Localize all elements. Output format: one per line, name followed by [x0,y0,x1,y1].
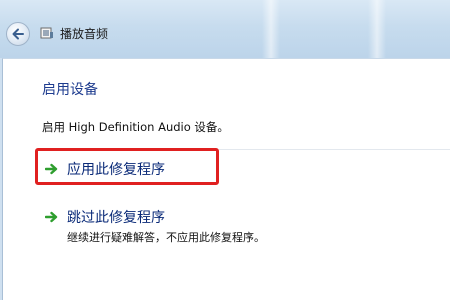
back-arrow-icon [12,28,24,40]
skip-fix-label[interactable]: 跳过此修复程序 [67,207,165,227]
skip-fix-description: 继续进行疑难解答，不应用此修复程序。 [67,231,265,244]
red-highlight-box [35,148,219,185]
troubleshooter-icon [40,27,53,39]
page-heading: 启用设备 [42,82,98,98]
content-panel: 启用设备 启用 High Definition Audio 设备。 应用此修复程… [2,58,450,300]
glass-streak [368,0,386,58]
page-description: 启用 High Definition Audio 设备。 [42,120,229,134]
glass-streak [262,0,280,58]
green-arrow-icon [45,211,58,223]
divider [219,149,450,150]
title-bar: 播放音频 [0,0,450,58]
back-button[interactable] [6,22,30,46]
window-title: 播放音频 [60,27,109,41]
skip-fix-option[interactable]: 跳过此修复程序 继续进行疑难解答，不应用此修复程序。 [45,207,425,247]
